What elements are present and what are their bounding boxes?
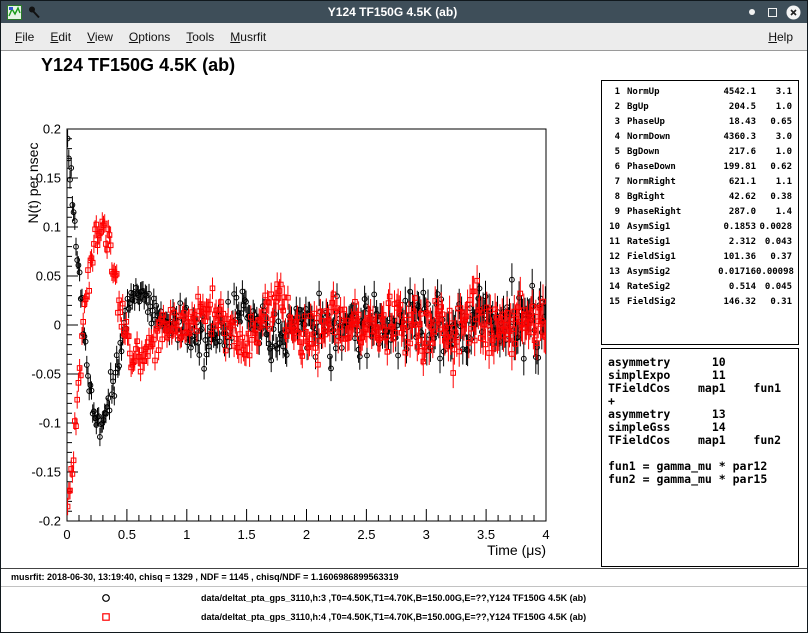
param-row-NormDown: 4NormDown4360.33.0: [606, 130, 794, 145]
y-tick-label: -0.05: [31, 367, 61, 382]
param-row-PhaseDown: 6PhaseDown199.810.62: [606, 160, 794, 175]
legend-label-h4: data/deltat_pta_gps_3110,h:4 ,T0=4.50K,T…: [201, 612, 586, 622]
param-row-RateSig2: 14RateSig20.5140.045: [606, 280, 794, 295]
close-icon: [786, 5, 801, 20]
param-row-FieldSig2: 15FieldSig2146.320.31: [606, 295, 794, 310]
plot-title: Y124 TF150G 4.5K (ab): [41, 55, 235, 76]
theory-box[interactable]: asymmetry 10 simplExpo 11 TFieldCos map1…: [601, 348, 799, 567]
fit-parameters-box[interactable]: 1NormUp4542.13.12BgUp204.51.03PhaseUp18.…: [601, 80, 799, 345]
square-marker-icon: [100, 611, 112, 623]
y-tick-label: 0.1: [43, 220, 61, 235]
x-axis-title: Time (μs): [487, 542, 546, 558]
x-tick-label: 2: [303, 527, 310, 542]
x-tick-label: 4: [542, 527, 549, 542]
x-tick-label: 1: [183, 527, 190, 542]
y-tick-label: 0: [54, 318, 61, 333]
plot-canvas[interactable]: 0.20.150.10.050-0.05-0.1-0.15-0.200.511.…: [1, 51, 601, 567]
y-tick-label: -0.1: [39, 416, 61, 431]
menu-options[interactable]: Options: [121, 26, 178, 48]
param-row-FieldSig1: 12FieldSig1101.360.37: [606, 250, 794, 265]
x-tick-label: 3: [423, 527, 430, 542]
menu-file[interactable]: File: [7, 26, 42, 48]
data-series-square: [65, 212, 547, 515]
status-divider: [1, 568, 807, 569]
menu-musrfit[interactable]: Musrfit: [222, 26, 274, 48]
param-row-AsymSig1: 10AsymSig10.18530.0028: [606, 220, 794, 235]
y-tick-label: 0.2: [43, 122, 61, 137]
x-tick-label: 3.5: [477, 527, 495, 542]
legend-entry-h4: data/deltat_pta_gps_3110,h:4 ,T0=4.50K,T…: [1, 608, 807, 626]
y-tick-label: 0.05: [36, 269, 61, 284]
canvas-area: Y124 TF150G 4.5K (ab) 0.20.150.10.050-0.…: [1, 51, 807, 632]
param-row-PhaseUp: 3PhaseUp18.430.65: [606, 115, 794, 130]
menu-help[interactable]: Help: [760, 26, 801, 48]
data-series-circle: [65, 130, 548, 446]
menubar: File Edit View Options Tools Musrfit Hel…: [1, 23, 807, 51]
param-row-AsymSig2: 13AsymSig20.017160.00098: [606, 265, 794, 280]
axis-ticks: [67, 129, 546, 521]
legend-divider: [1, 586, 807, 587]
pin-icon[interactable]: [26, 4, 42, 20]
minimize-button[interactable]: [743, 4, 760, 21]
legend-label-h3: data/deltat_pta_gps_3110,h:3 ,T0=4.50K,T…: [201, 593, 586, 603]
param-row-PhaseRight: 9PhaseRight287.01.4: [606, 205, 794, 220]
param-row-BgUp: 2BgUp204.51.0: [606, 100, 794, 115]
param-row-BgRight: 8BgRight42.620.38: [606, 190, 794, 205]
param-row-NormRight: 7NormRight621.11.1: [606, 175, 794, 190]
menu-view[interactable]: View: [79, 26, 121, 48]
legend-entry-h3: data/deltat_pta_gps_3110,h:3 ,T0=4.50K,T…: [1, 589, 807, 607]
x-tick-label: 1.5: [238, 527, 256, 542]
app-icon[interactable]: [6, 4, 22, 20]
pin-icon-glyph: [27, 5, 41, 19]
app-icon-glyph: [7, 5, 22, 20]
theory-text: asymmetry 10 simplExpo 11 TFieldCos map1…: [608, 356, 792, 486]
maximize-icon: [768, 8, 777, 17]
minimize-icon: [749, 9, 755, 15]
plot-frame: [67, 129, 546, 521]
x-tick-label: 2.5: [357, 527, 375, 542]
app-window: Y124 TF150G 4.5K (ab) File Edit View Opt…: [0, 0, 808, 633]
param-row-RateSig1: 11RateSig12.3120.043: [606, 235, 794, 250]
circle-marker-icon: [100, 592, 112, 604]
window-titlebar: Y124 TF150G 4.5K (ab): [1, 1, 807, 23]
x-tick-label: 0: [63, 527, 70, 542]
param-row-BgDown: 5BgDown217.61.0: [606, 145, 794, 160]
param-row-NormUp: 1NormUp4542.13.1: [606, 85, 794, 100]
y-tick-label: -0.2: [39, 514, 61, 529]
y-tick-label: -0.15: [31, 465, 61, 480]
window-title: Y124 TF150G 4.5K (ab): [46, 5, 739, 19]
x-tick-label: 0.5: [118, 527, 136, 542]
close-button[interactable]: [785, 4, 802, 21]
fit-status-line: musrfit: 2018-06-30, 13:19:40, chisq = 1…: [11, 572, 398, 582]
y-axis-title: N(t) per nsec: [25, 143, 41, 224]
maximize-button[interactable]: [764, 4, 781, 21]
menu-tools[interactable]: Tools: [178, 26, 222, 48]
menu-edit[interactable]: Edit: [42, 26, 79, 48]
